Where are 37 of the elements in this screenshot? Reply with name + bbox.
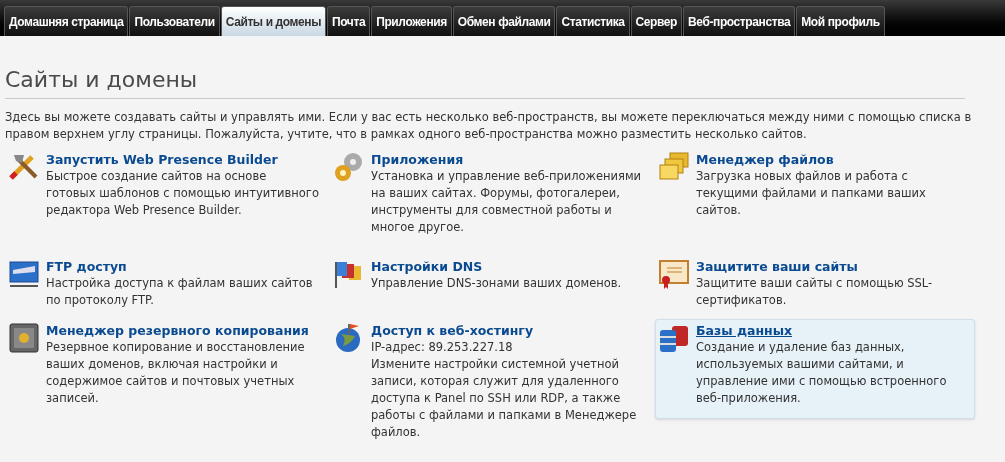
tile-description: Настройка доступа к файлам ваших сайтов по протоколу FTP. (46, 275, 314, 309)
tile-description: Создание и удаление баз данных, используемых вашими сайтами, и управление ими с помощью встроенного веб-приложения. (696, 339, 948, 407)
nav-tab[interactable]: Мой профиль (796, 6, 885, 36)
nav-tab[interactable]: Сайты и домены (220, 6, 326, 36)
intro-text: Здесь вы можете создавать сайты и управлять ими. Если у вас есть несколько веб-пространств, вы можете переключаться между ними с помощью списка в правом верхнем углу страницы. Пожалуйста, учтите, что в рамках одного веб-пространства можно разместить несколько сайтов. (5, 109, 973, 143)
certificate-icon (658, 258, 690, 290)
nav-tab[interactable]: Домашняя страница (4, 6, 129, 36)
nav-tab[interactable]: Статистика (556, 6, 630, 36)
tile-card[interactable]: Базы данных Создание и удаление баз данных, используемых вашими сайтами, и управление ими с помощью встроенного веб-приложения. (655, 319, 975, 419)
tile-link[interactable]: Менеджер файлов (696, 151, 834, 168)
tile-description: Управление DNS-зонами ваших доменов. (371, 275, 622, 292)
tile-link[interactable]: Менеджер резервного копирования (46, 322, 309, 339)
tile-link[interactable]: FTP доступ (46, 258, 127, 275)
tile-description: Быстрое создание сайтов на основе готовых шаблонов с помощью интуитивного редактора Web Presence Builder. (46, 168, 319, 219)
tile-link[interactable]: Приложения (371, 151, 464, 168)
tile-description: Измените настройки системной учетной записи, которая служит для удаленного доступа к Panel по SSH или RDP, а также работы с файлами и папками в Менеджере файлов. (371, 356, 638, 441)
nav-tab[interactable]: Обмен файлами (452, 6, 556, 36)
nav-tab[interactable]: Почта (327, 6, 371, 36)
tile-link[interactable]: Доступ к веб-хостингу (371, 322, 534, 339)
tile-description: Загрузка новых файлов и работа с текущими файлами и папками ваших сайтов. (696, 168, 927, 219)
tile-link[interactable]: Защитите ваши сайты (696, 258, 858, 275)
page-title: Сайты и домены (5, 66, 199, 94)
nav-tab[interactable]: Сервер (630, 6, 683, 36)
nav-tab[interactable]: Пользователи (129, 6, 220, 36)
tile-description: Защитите ваши сайты с помощью SSL-сертификатов. (696, 275, 934, 309)
gears-icon (333, 151, 365, 183)
tile-link[interactable]: Запустить Web Presence Builder (46, 151, 278, 168)
tile-link[interactable]: Базы данных (696, 322, 793, 339)
tile-description: IP-адрес: 89.253.227.18 (371, 339, 514, 356)
tile-link[interactable]: Настройки DNS (371, 258, 483, 275)
nav-tab[interactable]: Веб-пространства (683, 6, 796, 36)
folders-icon (658, 151, 690, 183)
safe-icon (8, 322, 40, 354)
tile-description: Установка и управление веб-приложениями на ваших сайтах. Форумы, фотогалереи, инструменты для совместной работы и многое другое. (371, 168, 643, 236)
monitor-icon (8, 258, 40, 290)
tile-description: Резервное копирование и восстановление ваших доменов, включая настройки и содержимое сайтов и почтовых учетных записей. (46, 339, 306, 407)
nav-tab[interactable]: Приложения (371, 6, 452, 36)
